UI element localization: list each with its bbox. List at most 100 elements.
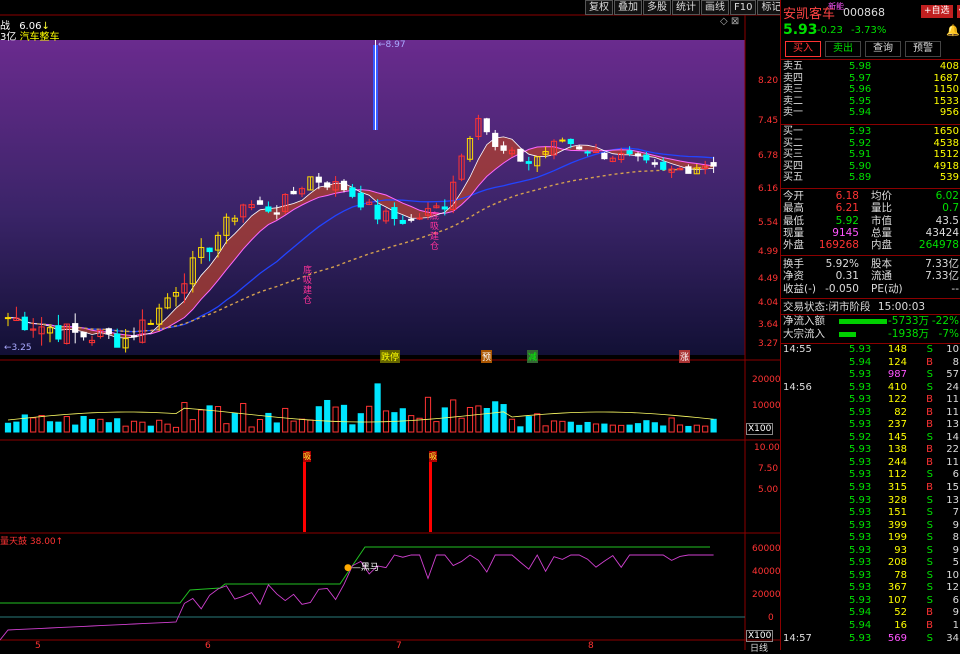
trade-row[interactable]: 5.93 107 S 6	[783, 595, 959, 608]
signal-label-left: 底 吸 建 仓	[303, 266, 313, 306]
trade-row[interactable]: 14:55 5.93 148 S 10	[783, 344, 959, 357]
volume-bar	[391, 412, 398, 433]
trade-row[interactable]: 14:57 5.93 569 S 34	[783, 633, 959, 646]
bid-volume: 4538	[933, 137, 959, 149]
trade-row[interactable]: 5.93 122 B 11	[783, 394, 959, 407]
trade-row[interactable]: 5.93 78 S 10	[783, 570, 959, 583]
candle-body	[601, 152, 608, 160]
query-button[interactable]: 查询	[865, 41, 901, 57]
candle-body	[483, 118, 490, 133]
multi-stock-button[interactable]: 多股	[643, 0, 671, 15]
trade-row[interactable]: 14:56 5.93 410 S 24	[783, 382, 959, 395]
fuquan-button[interactable]: 复权	[585, 0, 613, 15]
candle-body	[340, 180, 348, 191]
action-row: 买入 卖出 查询 预警	[785, 41, 941, 57]
trade-row[interactable]: 5.93 93 S 9	[783, 545, 959, 558]
trade-volume: 399	[887, 519, 907, 531]
ask-row[interactable]: 卖四 5.97 1687	[783, 73, 959, 85]
trade-row[interactable]: 5.92 145 S 14	[783, 432, 959, 445]
trade-side: S	[926, 507, 933, 519]
sell-button[interactable]: 卖出	[825, 41, 861, 57]
trade-row[interactable]: 5.93 244 B 11	[783, 457, 959, 470]
candle-body	[626, 150, 633, 155]
volume-bar	[172, 426, 180, 433]
low-price-label: ←3.25	[4, 343, 32, 353]
trade-row[interactable]: 5.93 151 S 7	[783, 507, 959, 520]
volume-bar	[88, 419, 96, 433]
bid-volume: 1512	[933, 149, 959, 161]
high-price-value: 8.97	[385, 40, 406, 50]
trade-price: 5.93	[849, 444, 872, 456]
trade-row[interactable]: 5.94 16 B 1	[783, 620, 959, 633]
volume-bar	[282, 407, 289, 433]
trade-side: S	[926, 344, 933, 355]
trade-volume: 124	[887, 356, 907, 368]
volume-bar	[315, 406, 322, 433]
trade-row[interactable]: 5.93 328 S 13	[783, 495, 959, 508]
trade-time: 14:55	[783, 344, 812, 355]
chart-options-icon[interactable]: ◇ ⊠	[720, 16, 739, 27]
buy-button[interactable]: 买入	[785, 41, 821, 57]
stats-button[interactable]: 统计	[672, 0, 700, 15]
add-watchlist-button[interactable]: +自选	[921, 5, 953, 18]
bid-row[interactable]: 买五 5.89 539	[783, 172, 959, 184]
trade-row[interactable]: 5.93 315 B 15	[783, 482, 959, 495]
trade-count: 11	[946, 406, 959, 418]
volume-bar	[567, 421, 574, 433]
trade-side: B	[926, 406, 933, 418]
flow-pct: -7%	[938, 328, 959, 340]
event-marker-up[interactable]: 涨	[679, 350, 691, 363]
bid-book: 买一 5.93 1650 买二 5.92 4538 买三 5.91 1512 买四 5.90 4918…	[783, 126, 959, 184]
volume-bar	[626, 424, 633, 433]
trade-row[interactable]: 5.93 987 S 57	[783, 369, 959, 382]
stat-row: 换手 5.92% 股本 7.33亿	[783, 258, 959, 270]
bid-row[interactable]: 买一 5.93 1650	[783, 126, 959, 138]
flow-bar	[839, 332, 856, 337]
volume-bar	[458, 417, 465, 433]
event-marker-reduce[interactable]: 减	[527, 350, 539, 363]
trade-price: 5.92	[849, 431, 872, 443]
trade-row[interactable]: 5.93 82 B 11	[783, 407, 959, 420]
ask-row[interactable]: 卖三 5.96 1150	[783, 84, 959, 96]
dark-horse-label: 黑马	[360, 563, 379, 573]
signal-bar	[303, 455, 306, 532]
price-change-pct: -3.73%	[851, 25, 887, 36]
bid-row[interactable]: 买四 5.90 4918	[783, 161, 959, 173]
ask-row[interactable]: 卖一 5.94 956	[783, 107, 959, 119]
trade-count: 1	[952, 620, 959, 632]
stat-value: 6.18	[835, 190, 859, 202]
trade-row[interactable]: 5.93 367 S 12	[783, 582, 959, 595]
alert-button[interactable]: 预警	[905, 41, 941, 57]
trade-row[interactable]: 5.93 399 S 9	[783, 520, 959, 533]
trade-row[interactable]: 5.93 112 S 6	[783, 469, 959, 482]
trade-price: 5.93	[849, 519, 872, 531]
volume-bar	[332, 406, 339, 433]
stock-chart[interactable]	[0, 0, 780, 650]
candle-body	[114, 333, 121, 348]
period-selector[interactable]: 日线	[750, 641, 768, 654]
draw-line-button[interactable]: 画线	[701, 0, 729, 15]
bell-icon[interactable]: 🔔	[946, 24, 960, 37]
ask-row[interactable]: 卖二 5.95 1533	[783, 96, 959, 108]
bid-row[interactable]: 买三 5.91 1512	[783, 149, 959, 161]
f10-button[interactable]: F10	[730, 0, 757, 15]
overlay-button[interactable]: 叠加	[614, 0, 642, 15]
trade-row[interactable]: 5.94 124 B 8	[783, 357, 959, 370]
event-marker-limit-down[interactable]: 跌停	[380, 350, 401, 363]
trade-row[interactable]: 5.93 237 B 13	[783, 419, 959, 432]
trade-row[interactable]: 5.94 52 B 9	[783, 607, 959, 620]
candle-body	[80, 331, 87, 338]
event-marker-forecast[interactable]: 预	[481, 350, 493, 363]
sector-label: 汽车整车	[19, 32, 60, 43]
trade-row[interactable]: 5.93 208 S 5	[783, 557, 959, 570]
volume-bar	[676, 424, 684, 433]
bid-row[interactable]: 买二 5.92 4538	[783, 138, 959, 150]
ask-row[interactable]: 卖五 5.98 408	[783, 61, 959, 73]
trade-side: B	[926, 419, 933, 431]
cap-label: 3亿	[0, 32, 17, 43]
trades-list[interactable]: 14:55 5.93 148 S 10 5.94 124 B 8 5.93 987 S 57 14:56 5…	[783, 344, 959, 645]
volume-bar	[240, 402, 247, 433]
trade-row[interactable]: 5.93 138 B 22	[783, 444, 959, 457]
trade-row[interactable]: 5.93 199 S 8	[783, 532, 959, 545]
stat-value: 0.31	[835, 270, 859, 283]
